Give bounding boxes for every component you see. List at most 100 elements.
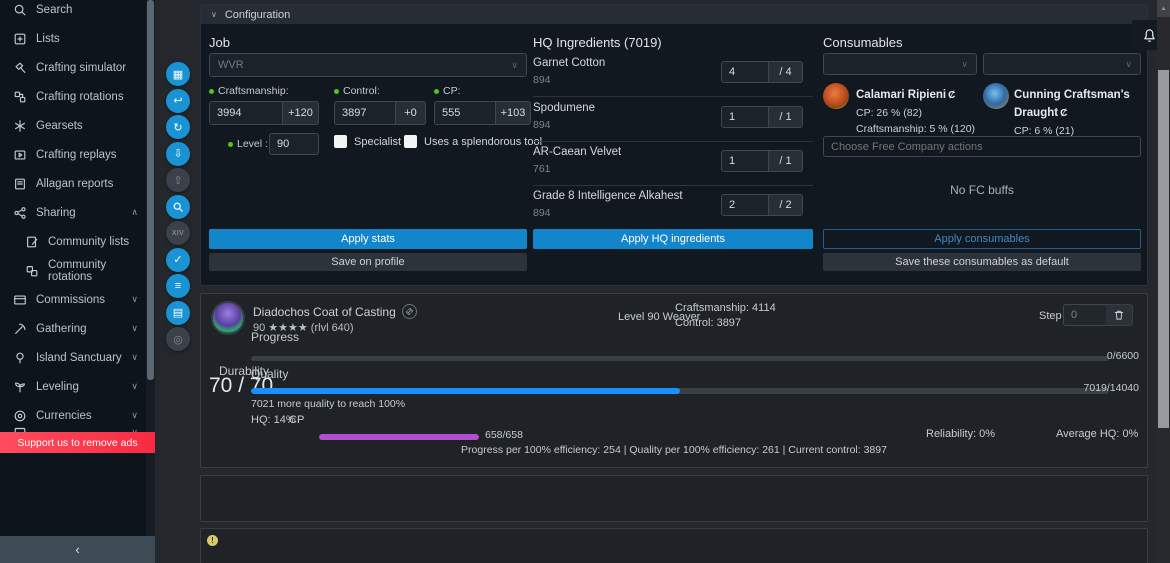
chevron-down-icon: ∨	[961, 59, 968, 70]
quality-value: 7019/14040	[1084, 382, 1139, 394]
ingredient-qty-input[interactable]	[721, 106, 769, 128]
asterisk-icon	[12, 118, 27, 133]
sidebar-item-search[interactable]: Search	[0, 0, 146, 24]
location-button[interactable]: ◎	[166, 327, 190, 351]
hq-ingredient-row: Spodumene 894 / 1	[533, 98, 813, 142]
rotation-steps-panel	[200, 475, 1148, 522]
sidebar-item-gearsets[interactable]: Gearsets	[0, 111, 146, 140]
sidebar-item-crafting-rotations[interactable]: Crafting rotations	[0, 82, 146, 111]
generic-icon	[12, 425, 27, 433]
sidebar-item-leveling[interactable]: Leveling ∨	[0, 372, 146, 401]
xiv-link-button[interactable]: XIV	[166, 221, 190, 245]
share-icon	[12, 205, 27, 220]
sidebar-item-community-lists[interactable]: Community lists	[0, 227, 146, 256]
reset-steps-button[interactable]	[1106, 304, 1133, 326]
item-link-button[interactable]	[402, 304, 417, 319]
save-consumables-default-button[interactable]: Save these consumables as default	[823, 253, 1141, 271]
ingredient-qty-input[interactable]	[721, 61, 769, 83]
sidebar-item-partial[interactable]: ∨	[0, 420, 146, 432]
ingredient-qty-input[interactable]	[721, 150, 769, 172]
ingredient-qty-input[interactable]	[721, 194, 769, 216]
no-fc-buffs-text: No FC buffs	[823, 183, 1141, 197]
recipe-item-icon	[211, 301, 245, 335]
craftsmanship-bonus-input[interactable]	[283, 101, 319, 125]
rotation-panel-button[interactable]: ▦	[166, 62, 190, 86]
splendorous-checkbox[interactable]	[404, 135, 417, 148]
ingredient-name: Grade 8 Intelligence Alkahest	[533, 190, 683, 202]
drink-select[interactable]: ∨	[983, 53, 1141, 75]
level-input[interactable]	[269, 133, 319, 155]
configuration-header[interactable]: ∨ Configuration	[201, 5, 1147, 24]
scroll-up-arrow[interactable]: ▲	[1157, 0, 1170, 17]
apply-consumables-button[interactable]: Apply consumables	[823, 229, 1141, 249]
ingredient-id: 894	[533, 74, 551, 86]
sidebar-item-label: Search	[36, 4, 72, 16]
specialist-checkbox[interactable]	[334, 135, 347, 148]
sidebar-collapse-button[interactable]: ‹	[0, 536, 155, 563]
food-select[interactable]: ∨	[823, 53, 977, 75]
preview-button[interactable]	[166, 195, 190, 219]
control-input[interactable]	[334, 101, 396, 125]
apply-hq-ingredients-button[interactable]: Apply HQ ingredients	[533, 229, 813, 249]
splendorous-checkbox-row: Uses a splendorous tool	[404, 135, 542, 148]
apply-stats-button[interactable]: Apply stats	[209, 229, 527, 249]
craftsmanship-input[interactable]	[209, 101, 283, 125]
save-on-profile-button[interactable]: Save on profile	[209, 253, 527, 271]
import-button[interactable]: ⇩	[166, 142, 190, 166]
splendorous-label: Uses a splendorous tool	[424, 136, 542, 148]
sidebar-item-label: Allagan reports	[36, 178, 113, 190]
replay-icon	[12, 147, 27, 162]
drink-name: Cunning Craftsman's Draught	[1014, 89, 1130, 119]
configuration-panel: ∨ Configuration Job WVR ∨ Craftsmanship:…	[200, 4, 1148, 286]
control-bonus-input[interactable]	[396, 101, 426, 125]
sidebar-scrollbar[interactable]	[146, 0, 155, 563]
page-scrollbar[interactable]: ▲	[1157, 0, 1170, 563]
hq-ingredient-row: AR-Caean Velvet 761 / 1	[533, 142, 813, 186]
sidebar-item-crafting-simulator[interactable]: Crafting simulator	[0, 53, 146, 82]
sidebar-item-island-sanctuary[interactable]: Island Sanctuary ∨	[0, 343, 146, 372]
sidebar-item-community-rotations[interactable]: Community rotations	[0, 256, 146, 285]
sidebar-item-label: Community lists	[48, 236, 129, 248]
sidebar-item-gathering[interactable]: Gathering ∨	[0, 314, 146, 343]
job-section-title: Job	[209, 35, 230, 50]
pickaxe-icon	[12, 321, 27, 336]
ingredient-id: 894	[533, 207, 551, 219]
cp-bar-label: CP	[289, 414, 304, 426]
stats-block: Craftsmanship: 4114 Control: 3897	[675, 302, 776, 329]
step-input[interactable]	[1063, 304, 1107, 326]
sidebar-item-label: Lists	[36, 33, 60, 45]
ad-banner[interactable]: Support us to remove ads	[0, 432, 155, 453]
sidebar-item-lists[interactable]: Lists	[0, 24, 146, 53]
upload-icon: ⇧	[173, 174, 182, 187]
sidebar-item-crafting-replays[interactable]: Crafting replays	[0, 140, 146, 169]
list-add-icon	[12, 31, 27, 46]
ingredient-id: 761	[533, 163, 551, 175]
sidebar-item-sharing[interactable]: Sharing ∧	[0, 198, 146, 227]
export-button[interactable]: ⇧	[166, 168, 190, 192]
job-select[interactable]: WVR ∨	[209, 53, 527, 77]
sidebar: Search Lists Crafting simulator Crafting…	[0, 0, 155, 563]
validate-button[interactable]: ✓	[166, 248, 190, 272]
sidebar-item-label: Leveling	[36, 381, 79, 393]
search-icon	[12, 2, 27, 17]
page-scrollbar-thumb[interactable]	[1158, 70, 1169, 428]
progress-bar	[251, 356, 1109, 361]
sidebar-item-label: Commissions	[36, 294, 105, 306]
sidebar-item-allagan-reports[interactable]: Allagan reports	[0, 169, 146, 198]
hq-symbol-icon: Ȼ	[948, 90, 955, 101]
cp-bonus-input[interactable]	[496, 101, 531, 125]
free-company-actions-input[interactable]	[823, 136, 1141, 157]
cp-input[interactable]	[434, 101, 496, 125]
undo-button[interactable]: ↩	[166, 89, 190, 113]
chevron-up-icon: ∧	[131, 207, 138, 218]
sidebar-item-commissions[interactable]: Commissions ∨	[0, 285, 146, 314]
sidebar-scrollbar-thumb[interactable]	[147, 0, 154, 380]
sidebar-nav: Search Lists Crafting simulator Crafting…	[0, 0, 146, 430]
sidebar-item-label: Community rotations	[48, 259, 146, 283]
food-cp-bonus: CP: 26 % (82)	[856, 107, 986, 119]
media-button[interactable]: ▤	[166, 301, 190, 325]
ingredient-max: / 2	[769, 194, 803, 216]
reset-button[interactable]: ↻	[166, 115, 190, 139]
efficiency-line: Progress per 100% efficiency: 254 | Qual…	[461, 444, 887, 456]
steps-list-button[interactable]: ≡	[166, 274, 190, 298]
